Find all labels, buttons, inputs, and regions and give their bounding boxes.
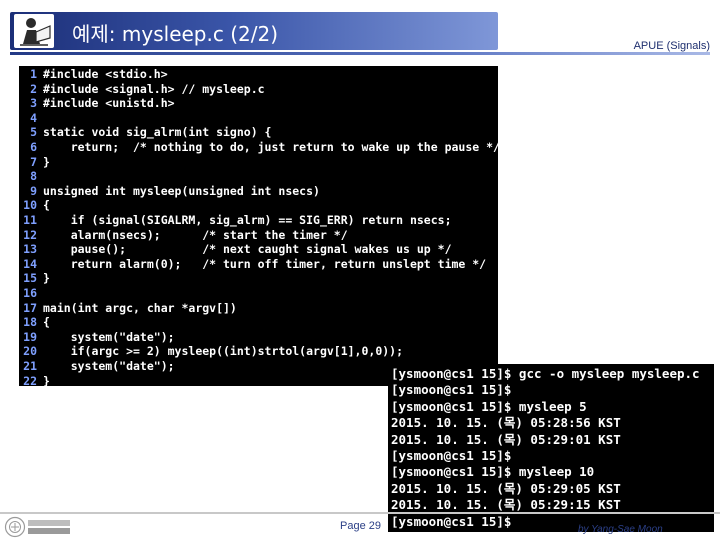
line-number: 19	[23, 329, 37, 344]
code-line: 4	[19, 111, 43, 126]
terminal-line: [ysmoon@cs1 15]$ gcc -o mysleep mysleep.…	[391, 366, 700, 381]
university-logo	[4, 516, 70, 538]
code-text: return alarm(0); /* turn off timer, retu…	[43, 256, 487, 271]
line-number: 14	[23, 256, 37, 271]
code-text: pause(); /* next caught signal wakes us …	[43, 242, 452, 257]
line-number: 9	[30, 183, 37, 198]
title-bar: 예제: mysleep.c (2/2)	[10, 12, 498, 50]
code-line: 18 {	[19, 315, 50, 330]
code-text: #include <unistd.h>	[43, 96, 175, 111]
code-text: }	[43, 154, 50, 169]
code-line: 15}	[19, 271, 50, 286]
code-line: 22}	[19, 374, 50, 389]
code-line: 5 static void sig_alrm(int signo) {	[19, 125, 271, 140]
code-text: static void sig_alrm(int signo) {	[43, 125, 272, 140]
section-label: APUE (Signals)	[633, 40, 710, 52]
code-line: 20 if(argc >= 2) mysleep((int)strtol(arg…	[19, 344, 403, 359]
line-number: 3	[30, 96, 37, 111]
code-text: main(int argc, char *argv[])	[43, 300, 237, 315]
code-text: {	[43, 315, 50, 330]
footer-divider	[0, 512, 720, 514]
line-number: 7	[30, 154, 37, 169]
line-number: 4	[30, 110, 37, 125]
code-text: }	[43, 271, 50, 286]
code-text: system("date");	[43, 359, 175, 373]
code-line: 10 {	[19, 198, 50, 213]
line-number: 12	[23, 227, 37, 242]
code-text: system("date");	[43, 329, 175, 344]
code-line: 3 #include <unistd.h>	[19, 96, 175, 111]
line-number: 20	[23, 344, 37, 359]
code-line: 2 #include <signal.h> // mysleep.c	[19, 82, 265, 97]
code-line: 8	[19, 169, 43, 184]
line-number: 10	[23, 198, 37, 213]
terminal-output: [ysmoon@cs1 15]$ gcc -o mysleep mysleep.…	[388, 364, 714, 532]
code-line: 21 system("date");	[19, 359, 175, 374]
code-line: 9 unsigned int mysleep(unsigned int nsecs…	[19, 184, 320, 199]
terminal-line: [ysmoon@cs1 15]$	[391, 382, 512, 398]
code-line: 1 #include <stdio.h>	[19, 67, 168, 82]
code-line: 13 pause(); /* next caught signal wakes …	[19, 242, 452, 257]
terminal-line: 2015. 10. 15. (목) 05:28:56 KST	[391, 415, 621, 431]
code-text: #include <signal.h> // mysleep.c	[43, 81, 265, 96]
terminal-line: [ysmoon@cs1 15]$	[391, 513, 512, 529]
line-number: 6	[30, 140, 37, 154]
code-line: 11 if (signal(SIGALRM, sig_alrm) == SIG_…	[19, 213, 452, 228]
line-number: 11	[23, 213, 37, 227]
code-line: 17 main(int argc, char *argv[])	[19, 301, 237, 316]
code-text: }	[43, 373, 50, 388]
line-number: 1	[30, 67, 37, 81]
line-number: 2	[30, 81, 37, 96]
line-number: 17	[23, 300, 37, 315]
terminal-line: [ysmoon@cs1 15]$ mysleep 10	[391, 464, 595, 480]
code-text: unsigned int mysleep(unsigned int nsecs)	[43, 183, 320, 198]
code-line: 19 system("date");	[19, 329, 175, 345]
line-number: 22	[23, 373, 37, 388]
code-text: if(argc >= 2) mysleep((int)strtol(argv[1…	[43, 344, 404, 359]
code-line: 14 return alarm(0); /* turn off timer, r…	[19, 257, 486, 272]
page-number: Page 29	[340, 520, 381, 532]
code-text: return; /* nothing to do, just return to…	[43, 140, 500, 154]
code-line: 12 alarm(nsecs); /* start the timer */	[19, 228, 348, 243]
line-number: 15	[23, 271, 37, 286]
line-number: 13	[23, 242, 37, 257]
author-credit: by Yang-Sae Moon	[578, 524, 663, 535]
line-number: 21	[23, 359, 37, 373]
line-number: 18	[23, 315, 37, 330]
code-text: #include <stdio.h>	[43, 67, 168, 81]
line-number: 8	[30, 169, 37, 184]
code-text: alarm(nsecs); /* start the timer */	[43, 227, 348, 242]
line-number: 16	[23, 286, 37, 300]
code-line: 6 return; /* nothing to do, just return …	[19, 140, 500, 155]
code-text: {	[43, 198, 50, 213]
line-number: 5	[30, 125, 37, 140]
terminal-line: [ysmoon@cs1 15]$ mysleep 5	[391, 398, 587, 414]
code-listing: 1 #include <stdio.h> 2 #include <signal.h> …	[19, 66, 500, 389]
header-divider	[10, 52, 710, 55]
terminal-line: [ysmoon@cs1 15]$	[391, 448, 512, 463]
terminal-line: 2015. 10. 15. (목) 05:29:05 KST	[391, 480, 621, 496]
code-text: if (signal(SIGALRM, sig_alrm) == SIG_ERR…	[43, 213, 452, 227]
terminal-line: 2015. 10. 15. (목) 05:29:01 KST	[391, 431, 621, 447]
reading-person-icon	[14, 14, 54, 48]
slide-title: 예제: mysleep.c (2/2)	[72, 22, 278, 46]
code-line: 16	[19, 286, 43, 301]
code-line: 7}	[19, 155, 50, 170]
